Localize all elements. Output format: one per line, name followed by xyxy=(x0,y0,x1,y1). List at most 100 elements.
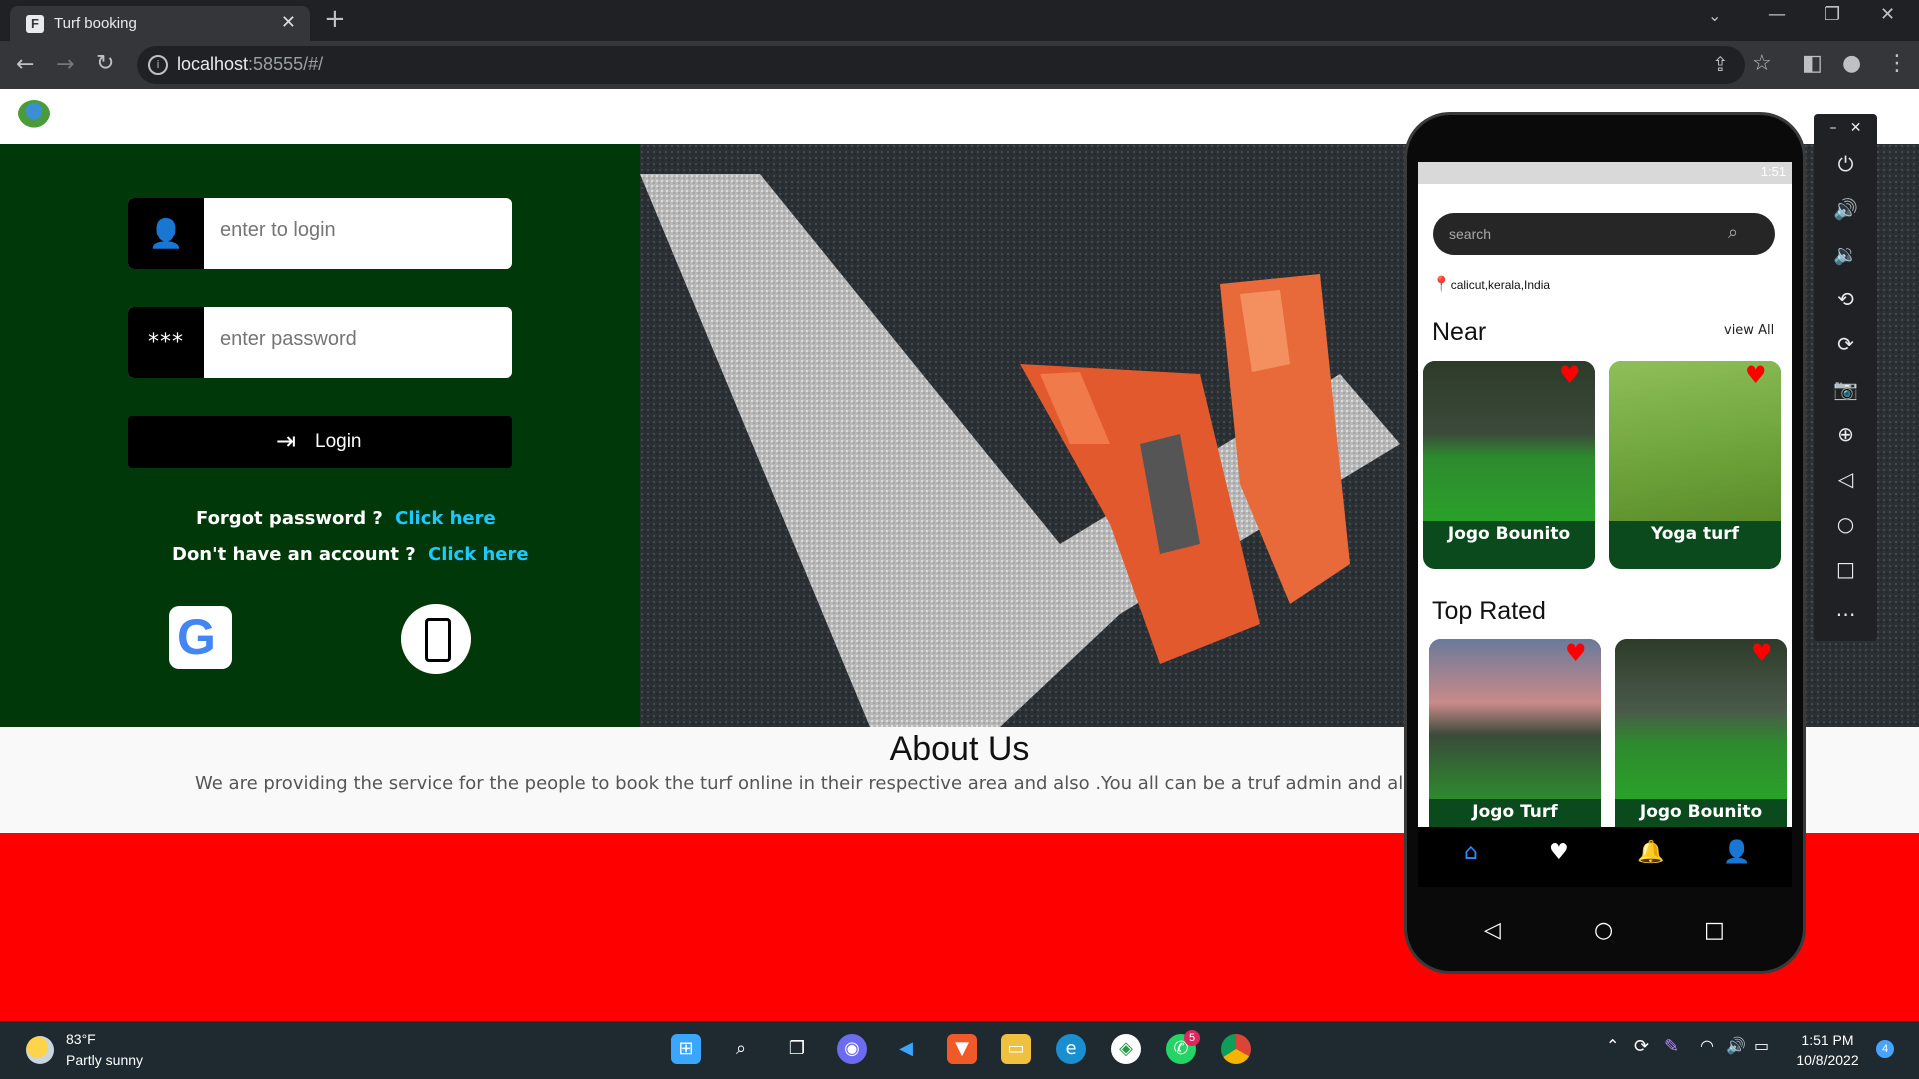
nav-notifications-icon[interactable]: 🔔 xyxy=(1637,840,1664,865)
file-explorer-icon[interactable]: ▭ xyxy=(1001,1034,1031,1064)
chat-icon[interactable]: ◉ xyxy=(837,1034,867,1064)
android-back-icon[interactable]: ◁ xyxy=(1484,918,1501,943)
password-field[interactable]: *** xyxy=(128,307,512,378)
tab-close-icon[interactable]: ✕ xyxy=(281,12,296,33)
overview-nav-icon[interactable]: □ xyxy=(1814,557,1877,581)
forward-icon[interactable]: → xyxy=(56,52,74,77)
weather-desc: Partly sunny xyxy=(66,1052,144,1068)
flutter-favicon-icon: F xyxy=(26,15,44,33)
rotate-right-icon[interactable]: ⟳ xyxy=(1814,332,1877,356)
near-card-1[interactable]: ♥ Jogo Bounito xyxy=(1423,361,1595,569)
url-text: localhost:58555/#/ xyxy=(177,54,324,74)
tab-search-icon[interactable]: ⌄ xyxy=(1708,6,1721,25)
username-field[interactable]: 👤 xyxy=(128,198,512,269)
back-nav-icon[interactable]: ◁ xyxy=(1814,467,1877,491)
forgot-password-text: Forgot password ? xyxy=(196,508,383,529)
phone-status-bar: 1:51 xyxy=(1418,162,1792,184)
clock-date[interactable]: 10/8/2022 xyxy=(1780,1052,1875,1068)
battery-icon[interactable]: ▭ xyxy=(1754,1036,1769,1055)
google-signin-button[interactable]: G xyxy=(169,606,232,669)
rotate-left-icon[interactable]: ⟲ xyxy=(1814,287,1877,311)
profile-icon[interactable]: ● xyxy=(1842,51,1861,76)
phone-location: 📍calicut,kerala,India xyxy=(1432,275,1550,293)
brave-icon[interactable]: ▼ xyxy=(947,1034,977,1064)
nav-home-icon[interactable]: ⌂ xyxy=(1464,840,1478,865)
emulator-window-controls[interactable]: – ✕ xyxy=(1814,120,1877,136)
zoom-icon[interactable]: ⊕ xyxy=(1814,422,1877,446)
near-card-2[interactable]: ♥ Yoga turf xyxy=(1609,361,1781,569)
password-input[interactable] xyxy=(218,327,502,352)
power-icon[interactable]: ⏻ xyxy=(1814,152,1877,176)
phone-signin-button[interactable] xyxy=(401,604,471,674)
nav-profile-icon[interactable]: 👤 xyxy=(1723,840,1750,865)
site-info-icon[interactable]: i xyxy=(148,55,168,75)
volume-down-icon[interactable]: 🔉 xyxy=(1814,242,1877,266)
back-icon[interactable]: ← xyxy=(16,52,34,77)
top-card-1[interactable]: ♥ Jogo Turf xyxy=(1429,639,1601,827)
location-text: calicut,kerala,India xyxy=(1450,278,1551,292)
favorite-heart-icon[interactable]: ♥ xyxy=(1751,639,1773,667)
phone-search-icon[interactable]: ⌕ xyxy=(1728,222,1738,243)
emulator-toolbar: – ✕ ⏻ 🔊 🔉 ⟲ ⟳ 📷 ⊕ ◁ ○ □ ⋯ xyxy=(1814,114,1877,641)
favorite-heart-icon[interactable]: ♥ xyxy=(1745,361,1767,389)
wifi-icon[interactable]: ◠ xyxy=(1700,1036,1714,1055)
status-time: 1:51 xyxy=(1760,164,1786,179)
window-close-icon[interactable]: ✕ xyxy=(1880,4,1895,25)
edge-icon[interactable]: e xyxy=(1056,1034,1086,1064)
android-recents-icon[interactable]: □ xyxy=(1704,918,1725,943)
login-button[interactable]: ⇥ Login xyxy=(128,416,512,468)
view-all-link[interactable]: view All xyxy=(1724,323,1774,338)
new-tab-icon[interactable]: + xyxy=(324,4,346,34)
top-rated-title: Top Rated xyxy=(1432,597,1546,625)
address-bar[interactable] xyxy=(137,46,1745,84)
top-card-2[interactable]: ♥ Jogo Bounito xyxy=(1615,639,1787,827)
side-panel-icon[interactable]: ◧ xyxy=(1802,51,1823,76)
menu-kebab-icon[interactable]: ⋮ xyxy=(1886,51,1908,76)
favorite-heart-icon[interactable]: ♥ xyxy=(1565,639,1587,667)
forgot-password-link[interactable]: Click here xyxy=(395,508,496,529)
signup-row: Don't have an account ? Click here xyxy=(172,544,529,565)
weather-temp: 83°F xyxy=(66,1031,96,1047)
chrome-icon[interactable] xyxy=(1221,1034,1251,1064)
card-name: Jogo Turf xyxy=(1472,802,1558,822)
location-pin-icon: 📍 xyxy=(1432,276,1451,293)
volume-up-icon[interactable]: 🔊 xyxy=(1814,197,1877,221)
near-title: Near xyxy=(1432,318,1487,346)
whatsapp-badge: 5 xyxy=(1184,1030,1200,1046)
login-label: Login xyxy=(315,431,362,452)
camera-icon[interactable]: 📷 xyxy=(1814,377,1877,401)
nav-favorites-icon[interactable]: ♥ xyxy=(1549,840,1569,865)
weather-icon[interactable] xyxy=(26,1036,54,1064)
app-logo xyxy=(18,100,50,128)
username-input[interactable] xyxy=(218,218,502,243)
home-nav-icon[interactable]: ○ xyxy=(1814,512,1877,536)
no-account-text: Don't have an account ? xyxy=(172,544,416,565)
signup-link[interactable]: Click here xyxy=(428,544,529,565)
clock-time[interactable]: 1:51 PM xyxy=(1780,1032,1875,1048)
favorite-heart-icon[interactable]: ♥ xyxy=(1559,361,1581,389)
taskbar-search-icon[interactable]: ⌕ xyxy=(726,1034,756,1064)
bookmark-star-icon[interactable]: ☆ xyxy=(1752,51,1772,76)
notification-badge[interactable]: 4 xyxy=(1876,1040,1894,1058)
reload-icon[interactable]: ↻ xyxy=(96,51,114,76)
store-icon[interactable]: ◈ xyxy=(1111,1034,1141,1064)
share-icon[interactable]: ⇪ xyxy=(1712,52,1729,76)
sync-icon[interactable]: ⟳ xyxy=(1634,1036,1649,1057)
task-view-icon[interactable]: ❐ xyxy=(782,1034,812,1064)
phone-search-placeholder: search xyxy=(1449,226,1492,242)
pen-icon[interactable]: ✎ xyxy=(1664,1036,1679,1057)
user-icon: 👤 xyxy=(128,198,204,269)
restore-icon[interactable]: ❐ xyxy=(1824,4,1840,25)
tray-chevron-icon[interactable]: ⌃ xyxy=(1606,1036,1619,1055)
minimize-icon[interactable]: — xyxy=(1768,4,1786,25)
speaker-icon[interactable]: 🔊 xyxy=(1726,1036,1746,1055)
android-home-icon[interactable]: ○ xyxy=(1594,918,1613,943)
card-name: Jogo Bounito xyxy=(1447,524,1571,544)
browser-tab[interactable]: F Turf booking ✕ xyxy=(10,6,310,41)
start-icon[interactable]: ⊞ xyxy=(671,1034,701,1064)
more-options-icon[interactable]: ⋯ xyxy=(1814,602,1877,626)
vscode-icon[interactable]: ◀ xyxy=(891,1034,921,1064)
mobile-phone-icon xyxy=(425,618,451,662)
card-name: Yoga turf xyxy=(1651,524,1739,544)
tab-title: Turf booking xyxy=(54,15,137,32)
